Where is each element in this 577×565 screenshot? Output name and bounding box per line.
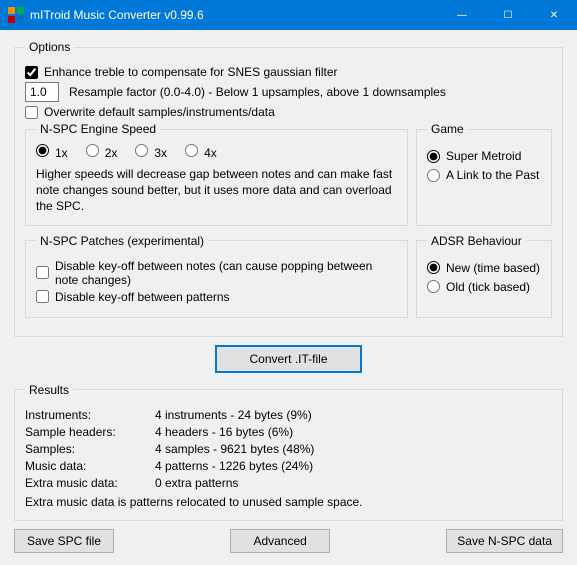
- maximize-button[interactable]: ☐: [485, 0, 531, 30]
- save-spc-button[interactable]: Save SPC file: [14, 529, 114, 553]
- engine-speed-2x[interactable]: 2x: [86, 144, 118, 160]
- game-alttp[interactable]: A Link to the Past: [427, 168, 541, 182]
- patches-legend: N-SPC Patches (experimental): [36, 234, 208, 248]
- engine-speed-legend: N-SPC Engine Speed: [36, 122, 160, 136]
- engine-speed-3x[interactable]: 3x: [135, 144, 167, 160]
- titlebar: mITroid Music Converter v0.99.6 — ☐ ✕: [0, 0, 577, 30]
- game-alttp-radio[interactable]: [427, 169, 440, 182]
- options-group: Options Enhance treble to compensate for…: [14, 40, 563, 337]
- window-title: mITroid Music Converter v0.99.6: [30, 8, 439, 22]
- resample-input[interactable]: [25, 82, 59, 102]
- engine-speed-group: N-SPC Engine Speed 1x 2x 3x 4x Higher sp…: [25, 122, 408, 226]
- resample-label: Resample factor (0.0-4.0) - Below 1 upsa…: [69, 85, 446, 99]
- adsr-legend: ADSR Behaviour: [427, 234, 526, 248]
- game-super-metroid-radio[interactable]: [427, 150, 440, 163]
- adsr-new-radio[interactable]: [427, 261, 440, 274]
- adsr-old[interactable]: Old (tick based): [427, 280, 541, 294]
- resample-row: Resample factor (0.0-4.0) - Below 1 upsa…: [25, 82, 552, 102]
- enhance-treble-row[interactable]: Enhance treble to compensate for SNES ga…: [25, 65, 552, 79]
- results-legend: Results: [25, 383, 73, 397]
- results-row-instruments: Instruments:4 instruments - 24 bytes (9%…: [25, 408, 552, 422]
- enhance-treble-checkbox[interactable]: [25, 66, 38, 79]
- disable-keyoff-notes[interactable]: Disable key-off between notes (can cause…: [36, 259, 397, 287]
- results-row-samples: Samples:4 samples - 9621 bytes (48%): [25, 442, 552, 456]
- engine-speed-options: 1x 2x 3x 4x: [36, 144, 397, 160]
- convert-button[interactable]: Convert .IT-file: [215, 345, 361, 373]
- overwrite-row[interactable]: Overwrite default samples/instruments/da…: [25, 105, 552, 119]
- disable-keyoff-patterns[interactable]: Disable key-off between patterns: [36, 290, 397, 304]
- results-row-music-data: Music data:4 patterns - 1226 bytes (24%): [25, 459, 552, 473]
- overwrite-checkbox[interactable]: [25, 106, 38, 119]
- results-group: Results Instruments:4 instruments - 24 b…: [14, 383, 563, 521]
- adsr-old-radio[interactable]: [427, 280, 440, 293]
- patches-group: N-SPC Patches (experimental) Disable key…: [25, 234, 408, 318]
- overwrite-label: Overwrite default samples/instruments/da…: [44, 105, 275, 119]
- disable-keyoff-notes-checkbox[interactable]: [36, 266, 49, 279]
- engine-speed-hint: Higher speeds will decrease gap between …: [36, 166, 397, 215]
- results-row-sample-headers: Sample headers:4 headers - 16 bytes (6%): [25, 425, 552, 439]
- app-icon: [8, 7, 24, 23]
- engine-speed-1x[interactable]: 1x: [36, 144, 68, 160]
- results-note: Extra music data is patterns relocated t…: [25, 494, 552, 510]
- engine-speed-4x-radio[interactable]: [185, 144, 198, 157]
- game-super-metroid[interactable]: Super Metroid: [427, 149, 541, 163]
- client-area: Options Enhance treble to compensate for…: [0, 30, 577, 565]
- close-button[interactable]: ✕: [531, 0, 577, 30]
- minimize-button[interactable]: —: [439, 0, 485, 30]
- engine-speed-4x[interactable]: 4x: [185, 144, 217, 160]
- game-legend: Game: [427, 122, 468, 136]
- disable-keyoff-patterns-checkbox[interactable]: [36, 290, 49, 303]
- options-legend: Options: [25, 40, 74, 54]
- advanced-button[interactable]: Advanced: [230, 529, 330, 553]
- engine-speed-3x-radio[interactable]: [135, 144, 148, 157]
- engine-speed-2x-radio[interactable]: [86, 144, 99, 157]
- adsr-new[interactable]: New (time based): [427, 261, 541, 275]
- engine-speed-1x-radio[interactable]: [36, 144, 49, 157]
- adsr-group: ADSR Behaviour New (time based) Old (tic…: [416, 234, 552, 318]
- enhance-treble-label: Enhance treble to compensate for SNES ga…: [44, 65, 338, 79]
- results-row-extra-music: Extra music data:0 extra patterns: [25, 476, 552, 490]
- game-group: Game Super Metroid A Link to the Past: [416, 122, 552, 226]
- footer-buttons: Save SPC file Advanced Save N-SPC data: [14, 529, 563, 553]
- save-nspc-button[interactable]: Save N-SPC data: [446, 529, 563, 553]
